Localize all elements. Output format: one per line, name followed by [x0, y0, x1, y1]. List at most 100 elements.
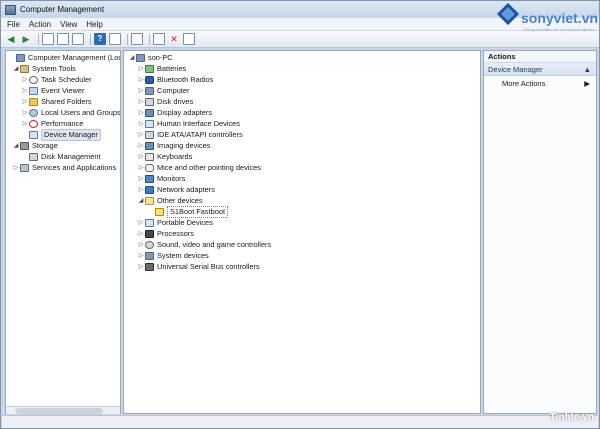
device-category[interactable]: ▷ Keyboards: [137, 152, 192, 162]
expand-icon[interactable]: ▷: [137, 64, 145, 74]
scan-hardware-changes-icon[interactable]: [131, 33, 143, 45]
expand-icon[interactable]: ▷: [137, 218, 145, 228]
collapse-icon[interactable]: ◢: [128, 53, 136, 63]
device-category[interactable]: ▷ Universal Serial Bus controllers: [137, 262, 260, 272]
device-root[interactable]: ◢ son-PC: [128, 53, 173, 63]
mouse-icon: [145, 164, 154, 172]
tree-item-system-tools[interactable]: ◢ System Tools: [12, 64, 76, 74]
device-category[interactable]: ▷ Computer: [137, 86, 189, 96]
expand-icon[interactable]: ▷: [137, 174, 145, 184]
tree-item-storage[interactable]: ◢ Storage: [12, 141, 58, 151]
device-category-label: Imaging devices: [157, 141, 211, 150]
device-category-label: Mice and other pointing devices: [157, 163, 261, 172]
device-category[interactable]: ▷ IDE ATA/ATAPI controllers: [137, 130, 243, 140]
forward-button-icon[interactable]: ▶: [20, 33, 32, 45]
device-item-s1boot[interactable]: S1Boot Fastboot: [147, 206, 229, 218]
tree-item-task-scheduler[interactable]: ▷ Task Scheduler: [21, 75, 92, 85]
tree-item-device-manager[interactable]: Device Manager: [21, 129, 101, 141]
device-category[interactable]: ▷ Portable Devices: [137, 218, 213, 228]
device-category[interactable]: ▷ Batteries: [137, 64, 186, 74]
tree-item-disk-management[interactable]: Disk Management: [21, 152, 101, 162]
expand-icon[interactable]: ▷: [21, 86, 29, 96]
actions-section-device-manager[interactable]: Device Manager ▲: [484, 63, 596, 76]
expand-icon[interactable]: ▷: [137, 163, 145, 173]
device-category[interactable]: ▷ Imaging devices: [137, 141, 210, 151]
bluetooth-icon: [145, 76, 154, 84]
device-category-label: Display adapters: [157, 108, 213, 117]
more-actions-item[interactable]: More Actions ▶: [484, 76, 596, 91]
expand-icon[interactable]: ▷: [137, 130, 145, 140]
expand-icon[interactable]: ▷: [21, 108, 29, 118]
device-category[interactable]: ▷ Sound, video and game controllers: [137, 240, 271, 250]
collapse-icon[interactable]: ◢: [137, 196, 145, 206]
expand-icon[interactable]: ▷: [21, 75, 29, 85]
left-pane-horizontal-scrollbar[interactable]: [6, 406, 120, 414]
menu-view[interactable]: View: [60, 20, 77, 29]
device-category[interactable]: ◢ Other devices: [137, 196, 203, 206]
computer-management-window: Computer Management File Action View Hel…: [0, 0, 600, 429]
expand-icon[interactable]: ▷: [137, 119, 145, 129]
expand-icon[interactable]: ▷: [137, 229, 145, 239]
device-category[interactable]: ▷ Monitors: [137, 174, 185, 184]
collapse-arrow-icon[interactable]: ▲: [584, 63, 591, 75]
disk-drive-icon: [145, 98, 154, 106]
expand-icon[interactable]: ▷: [137, 251, 145, 261]
expand-icon[interactable]: ▷: [137, 86, 145, 96]
tree-item-services-applications[interactable]: ▷ Services and Applications: [12, 163, 116, 173]
tree-item-shared-folders[interactable]: ▷ Shared Folders: [21, 97, 92, 107]
console-tree-pane[interactable]: Computer Management (Local ◢ System Tool…: [5, 50, 121, 414]
tree-item-event-viewer[interactable]: ▷ Event Viewer: [21, 86, 84, 96]
device-category[interactable]: ▷ Mice and other pointing devices: [137, 163, 261, 173]
update-driver-icon[interactable]: [153, 33, 165, 45]
expand-icon[interactable]: ▷: [137, 185, 145, 195]
device-category[interactable]: ▷ Display adapters: [137, 108, 212, 118]
show-action-pane-icon[interactable]: [109, 33, 121, 45]
folder-icon: [29, 98, 38, 106]
device-category-label: Other devices: [157, 196, 203, 205]
expand-icon[interactable]: ▷: [137, 141, 145, 151]
menu-help[interactable]: Help: [86, 20, 102, 29]
disable-device-icon[interactable]: ✕: [168, 33, 180, 45]
expand-icon[interactable]: ▷: [137, 108, 145, 118]
tree-item-performance[interactable]: ▷ Performance: [21, 119, 83, 129]
expand-icon[interactable]: ▷: [21, 119, 29, 129]
device-category[interactable]: ▷ Processors: [137, 229, 194, 239]
tree-item-computer-management[interactable]: Computer Management (Local: [8, 53, 121, 63]
menu-file[interactable]: File: [7, 20, 20, 29]
up-level-button-icon[interactable]: [42, 33, 54, 45]
device-tree-pane[interactable]: ◢ son-PC ▷ Batteries ▷ Bluetooth Radios ▷ C…: [123, 50, 481, 414]
scrollbar-thumb[interactable]: [15, 408, 103, 414]
device-category[interactable]: ▷ System devices: [137, 251, 209, 261]
tree-label: Device Manager: [41, 129, 101, 141]
tree-label: Computer Management (Local: [28, 53, 121, 62]
expand-icon[interactable]: ▷: [21, 97, 29, 107]
device-category[interactable]: ▷ Bluetooth Radios: [137, 75, 213, 85]
device-category[interactable]: ▷ Disk drives: [137, 97, 193, 107]
device-root-label: son-PC: [148, 53, 173, 62]
show-hide-console-tree-icon[interactable]: [57, 33, 69, 45]
expand-icon[interactable]: ▷: [137, 240, 145, 250]
tree-label: Local Users and Groups: [41, 108, 121, 117]
toolbar-separator-3: [127, 33, 128, 45]
expand-icon[interactable]: ▷: [137, 97, 145, 107]
collapse-icon[interactable]: ◢: [12, 64, 20, 74]
help-button-icon[interactable]: ?: [94, 33, 106, 45]
collapse-icon[interactable]: ◢: [12, 141, 20, 151]
expand-icon[interactable]: ▷: [12, 163, 20, 173]
menu-bar: File Action View Help: [1, 18, 599, 31]
menu-action[interactable]: Action: [29, 20, 51, 29]
expand-icon[interactable]: ▷: [137, 152, 145, 162]
tree-item-local-users-groups[interactable]: ▷ Local Users and Groups: [21, 108, 121, 118]
expand-icon[interactable]: ▷: [137, 75, 145, 85]
uninstall-device-icon[interactable]: [183, 33, 195, 45]
expand-icon[interactable]: ▷: [137, 262, 145, 272]
device-category[interactable]: ▷ Human Interface Devices: [137, 119, 240, 129]
back-button-icon[interactable]: ◀: [5, 33, 17, 45]
system-device-icon: [145, 252, 154, 260]
tree-label: Storage: [32, 141, 58, 150]
title-bar[interactable]: Computer Management: [1, 1, 599, 18]
actions-section-label: Device Manager: [488, 65, 543, 74]
device-category[interactable]: ▷ Network adapters: [137, 185, 215, 195]
properties-button-icon[interactable]: [72, 33, 84, 45]
camera-icon: [145, 142, 154, 150]
